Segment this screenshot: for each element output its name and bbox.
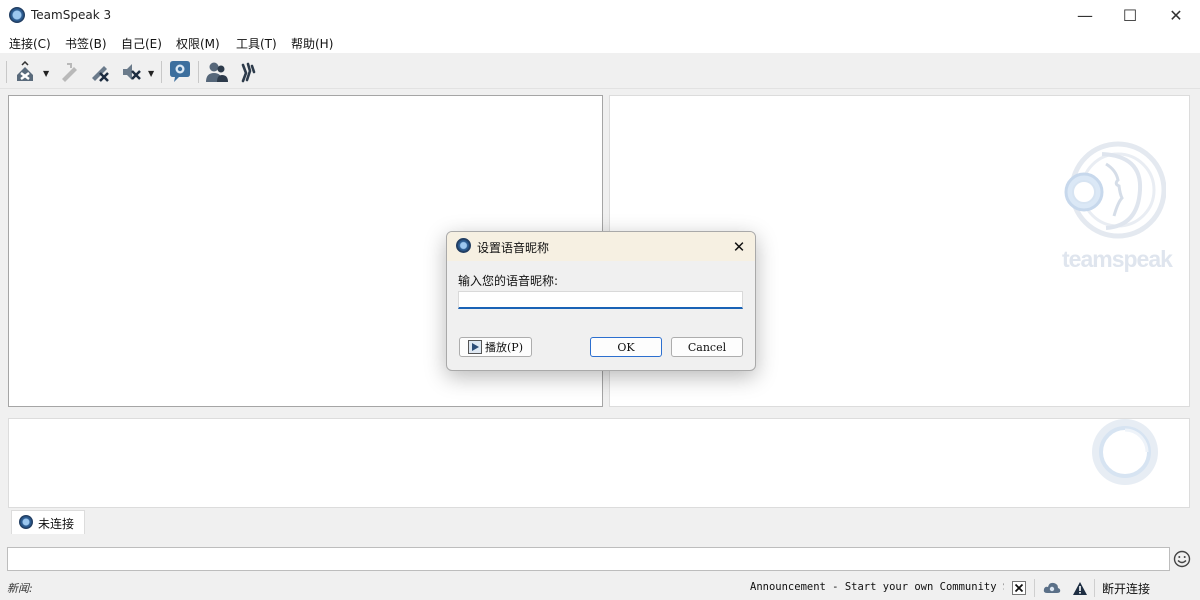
menu-permissions[interactable]: 权限(M) [176,35,220,52]
nickname-label: 输入您的语音昵称: [458,274,559,288]
subscribe-chat-icon[interactable] [167,59,193,85]
emoji-icon[interactable] [1173,550,1191,568]
menu-bookmarks[interactable]: 书签(B) [65,35,107,52]
cloud-icon[interactable] [1042,579,1062,597]
close-button[interactable]: ✕ [1153,0,1199,31]
teamspeak-logo-icon [9,7,25,23]
dialog-title-bar: 设置语音昵称 ✕ [447,232,755,261]
menu-help[interactable]: 帮助(H) [291,35,333,52]
toolbar-separator [198,61,199,83]
minimize-button[interactable]: — [1062,0,1108,31]
warning-icon[interactable] [1071,579,1089,597]
teamspeak-watermark: teamspeak [1062,140,1173,280]
chat-watermark-logo [1090,418,1160,488]
chat-log-panel [8,418,1190,508]
cancel-button[interactable]: Cancel [671,337,743,357]
play-button[interactable]: 播放(P) [459,337,532,357]
teamspeak-logo-icon [19,515,33,529]
title-bar: TeamSpeak 3 — ☐ ✕ [0,0,1200,31]
tab-label: 未连接 [38,517,75,531]
toolbar: ▼ ▼ [0,55,1200,89]
news-ticker[interactable]: Announcement - Start your own Community … [750,581,1004,593]
status-separator [1094,579,1095,597]
chevron-down-icon[interactable]: ▼ [148,69,154,78]
ok-button[interactable]: OK [590,337,662,357]
menu-bar: 连接(C) 书签(B) 自己(E) 权限(M) 工具(T) 帮助(H) [0,31,1200,53]
dialog-title: 设置语音昵称 [477,241,550,255]
window-title: TeamSpeak 3 [31,8,112,22]
play-button-label: 播放(P) [485,341,523,354]
mute-speakers-icon[interactable] [118,59,144,85]
whisper-icon[interactable] [235,59,261,85]
nickname-input[interactable] [458,291,743,309]
contacts-icon[interactable] [204,59,230,85]
chat-input[interactable] [7,547,1170,571]
tab-not-connected[interactable]: 未连接 [11,510,85,534]
away-icon[interactable] [56,59,82,85]
teamspeak-logo-icon [456,238,471,253]
play-icon [468,340,482,354]
watermark-text: teamspeak [1062,246,1173,272]
chevron-down-icon[interactable]: ▼ [43,69,49,78]
connection-status: 断开连接 [1102,582,1151,596]
toolbar-separator [161,61,162,83]
maximize-button[interactable]: ☐ [1107,0,1153,31]
menu-tools[interactable]: 工具(T) [236,35,277,52]
toolbar-grip [6,61,7,83]
disconnect-icon[interactable] [12,59,38,85]
status-separator [1034,579,1035,597]
news-label: 新闻: [7,582,33,595]
mute-microphone-icon[interactable] [87,59,113,85]
close-news-icon[interactable] [1011,579,1027,597]
set-nickname-dialog: 设置语音昵称 ✕ 输入您的语音昵称: 播放(P) OK Cancel [446,231,756,371]
menu-self[interactable]: 自己(E) [121,35,162,52]
status-bar: 新闻: Announcement - Start your own Commun… [0,576,1200,600]
menu-connections[interactable]: 连接(C) [9,35,51,52]
dialog-close-icon[interactable]: ✕ [730,238,748,256]
